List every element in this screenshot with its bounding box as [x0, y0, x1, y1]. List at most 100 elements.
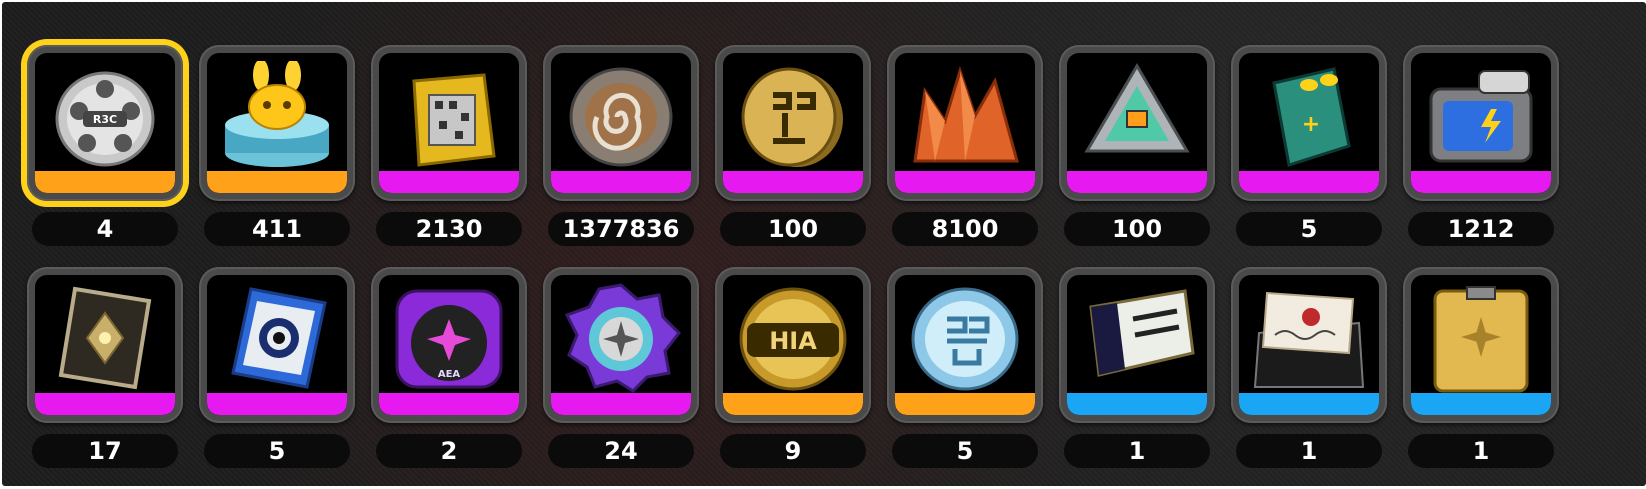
item-tile[interactable] [1231, 267, 1387, 423]
rarity-bar [379, 171, 519, 193]
rarity-bar [207, 171, 347, 193]
rarity-bar [1239, 171, 1379, 193]
item-tile[interactable] [1403, 267, 1559, 423]
item-frame [1239, 275, 1379, 415]
item-tile[interactable] [1059, 267, 1215, 423]
item-count: 8100 [892, 212, 1038, 246]
spiral-coin-icon [561, 61, 681, 171]
item-tile[interactable] [715, 45, 871, 201]
sealed-letter-icon [1249, 283, 1369, 393]
rarity-bar [551, 393, 691, 415]
item-frame: + [1239, 53, 1379, 193]
inventory-slot[interactable]: 1377836 [538, 40, 704, 250]
power-cell-icon [1421, 61, 1541, 171]
item-tile[interactable] [199, 267, 355, 423]
rarity-bar [1067, 393, 1207, 415]
rarity-bar [1411, 393, 1551, 415]
gold-crate-icon [1421, 283, 1541, 393]
inventory-slot[interactable]: 1212 [1398, 40, 1564, 250]
item-tile[interactable] [1059, 45, 1215, 201]
item-tile[interactable] [371, 45, 527, 201]
item-count: 2 [376, 434, 522, 468]
rarity-bar [1067, 171, 1207, 193]
item-count: 1377836 [548, 212, 694, 246]
inventory-slot[interactable]: 1 [1226, 262, 1392, 472]
inventory-slot[interactable]: 1 [1398, 262, 1564, 472]
rarity-bar [551, 171, 691, 193]
item-tile[interactable] [887, 267, 1043, 423]
item-count: 1 [1408, 434, 1554, 468]
battery-icon: + [1249, 61, 1369, 171]
item-tile[interactable] [543, 267, 699, 423]
svg-text:R3C: R3C [93, 113, 117, 126]
inventory-slot[interactable]: 100 [710, 40, 876, 250]
item-frame: R3C [35, 53, 175, 193]
inventory-panel: R3C 4 411 2130 1377836 100 8100 100 +5 12… [2, 2, 1646, 486]
item-count: 411 [204, 212, 350, 246]
item-tile[interactable] [887, 45, 1043, 201]
item-tile[interactable]: AEA [371, 267, 527, 423]
rarity-bar [895, 393, 1035, 415]
item-frame [723, 53, 863, 193]
rarity-bar [895, 171, 1035, 193]
inventory-slot[interactable]: 1 [1054, 262, 1220, 472]
item-count: 4 [32, 212, 178, 246]
rarity-bar [723, 171, 863, 193]
item-tile[interactable]: + [1231, 45, 1387, 201]
item-frame [207, 53, 347, 193]
inventory-slot[interactable]: 100 [1054, 40, 1220, 250]
item-tile[interactable] [1403, 45, 1559, 201]
item-frame: HIA [723, 275, 863, 415]
rarity-bar [35, 393, 175, 415]
item-count: 1212 [1408, 212, 1554, 246]
gold-data-cube-icon [389, 61, 509, 171]
item-count: 5 [892, 434, 1038, 468]
origami-crystal-icon [905, 61, 1025, 171]
inventory-slot[interactable]: 17 [22, 262, 188, 472]
item-frame [551, 275, 691, 415]
circuit-chip-icon [1077, 61, 1197, 171]
purple-badge-icon: AEA [389, 283, 509, 393]
rarity-bar [379, 393, 519, 415]
rarity-bar [1411, 171, 1551, 193]
item-tile[interactable]: R3C [27, 45, 183, 201]
item-count: 5 [204, 434, 350, 468]
item-frame [379, 53, 519, 193]
item-frame [1411, 53, 1551, 193]
blue-eye-card-icon [217, 283, 337, 393]
item-count: 2130 [376, 212, 522, 246]
item-frame: AEA [379, 275, 519, 415]
rarity-bar [723, 393, 863, 415]
item-tile[interactable] [199, 45, 355, 201]
inventory-slot[interactable]: 5 [194, 262, 360, 472]
item-count: 5 [1236, 212, 1382, 246]
inventory-slot[interactable]: +5 [1226, 40, 1392, 250]
ornate-card-icon [45, 283, 165, 393]
rarity-bar [35, 171, 175, 193]
inventory-slot[interactable]: HIA 9 [710, 262, 876, 472]
svg-text:+: + [1302, 112, 1320, 137]
item-count: 1 [1236, 434, 1382, 468]
inventory-slot[interactable]: 8100 [882, 40, 1048, 250]
item-frame [1067, 53, 1207, 193]
inventory-slot[interactable]: R3C 4 [22, 40, 188, 250]
inventory-slot[interactable]: 24 [538, 262, 704, 472]
item-count: 100 [1064, 212, 1210, 246]
inventory-slot[interactable]: 5 [882, 262, 1048, 472]
inventory-slot[interactable]: 2130 [366, 40, 532, 250]
inventory-slot[interactable]: AEA 2 [366, 262, 532, 472]
rarity-bar [1239, 393, 1379, 415]
item-frame [895, 275, 1035, 415]
inventory-slot[interactable]: 411 [194, 40, 360, 250]
star-gear-badge-icon [561, 283, 681, 393]
film-reel-icon: R3C [45, 61, 165, 171]
golden-bunny-statue-icon [217, 59, 337, 171]
item-tile[interactable]: HIA [715, 267, 871, 423]
item-frame [895, 53, 1035, 193]
rarity-bar [207, 393, 347, 415]
item-count: 100 [720, 212, 866, 246]
hia-gold-coin-icon: HIA [733, 283, 853, 393]
item-tile[interactable] [27, 267, 183, 423]
svg-text:HIA: HIA [769, 327, 817, 355]
item-tile[interactable] [543, 45, 699, 201]
